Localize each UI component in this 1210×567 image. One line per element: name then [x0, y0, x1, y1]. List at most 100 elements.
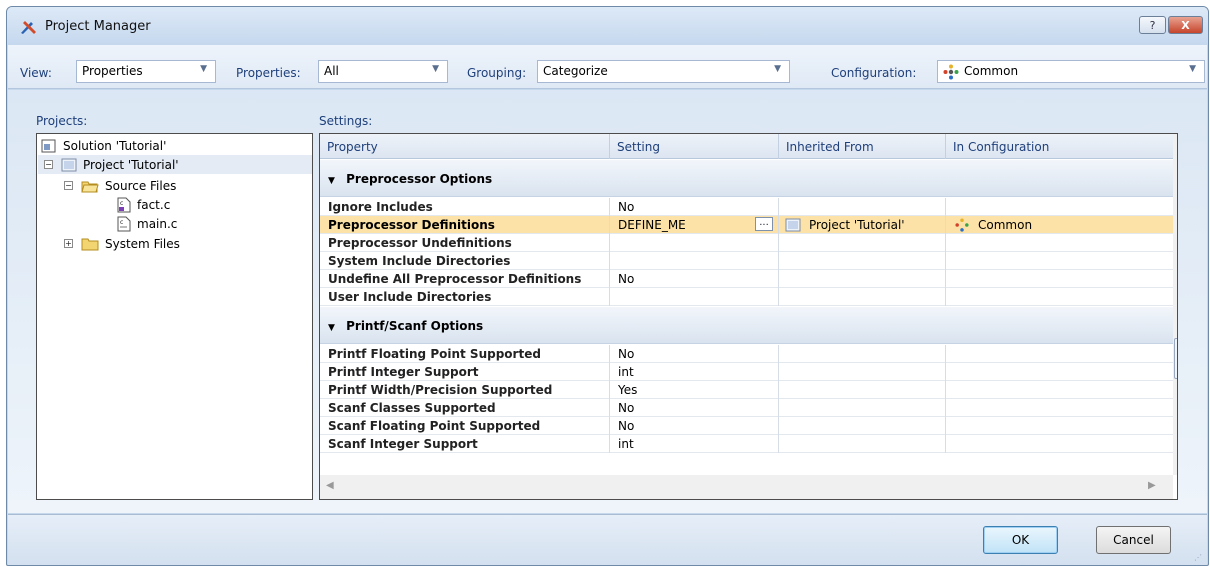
property-row[interactable]: Printf Floating Point Supported No: [320, 345, 1173, 363]
property-config: [946, 381, 1173, 399]
property-config: [946, 198, 1173, 216]
view-label: View:: [20, 66, 52, 80]
column-header-in-configuration[interactable]: In Configuration: [946, 134, 1173, 159]
tree-item-label: System Files: [105, 236, 180, 251]
property-name: Printf Integer Support: [320, 363, 610, 381]
tree-item-main-c[interactable]: c main.c: [117, 214, 177, 233]
grouping-combo-value: Categorize: [543, 64, 608, 78]
tree-item-label: Project 'Tutorial': [83, 157, 179, 172]
property-setting[interactable]: No: [610, 270, 779, 288]
property-row[interactable]: Printf Integer Support int: [320, 363, 1173, 381]
view-combo[interactable]: Properties ▼: [76, 60, 216, 83]
toolbar: View: Properties ▼ Properties: All ▼ Gro…: [8, 45, 1207, 89]
ellipsis-button[interactable]: ...: [755, 217, 773, 231]
help-button[interactable]: ?: [1139, 16, 1166, 34]
collapse-icon[interactable]: −: [64, 181, 73, 190]
property-row[interactable]: Scanf Classes Supported No: [320, 399, 1173, 417]
property-row[interactable]: User Include Directories: [320, 288, 1173, 306]
property-inherited: [779, 399, 946, 417]
property-row[interactable]: Ignore Includes No: [320, 198, 1173, 216]
properties-label: Properties:: [236, 66, 301, 80]
property-config: [946, 270, 1173, 288]
property-name: Scanf Floating Point Supported: [320, 417, 610, 435]
property-inherited: [779, 363, 946, 381]
property-setting[interactable]: [610, 288, 779, 306]
configuration-combo-value: Common: [964, 64, 1019, 78]
tree-item-solution[interactable]: Solution 'Tutorial': [41, 136, 166, 155]
c-file-icon: c: [117, 216, 131, 231]
property-setting[interactable]: No: [610, 399, 779, 417]
ok-button[interactable]: OK: [983, 526, 1058, 554]
property-name: User Include Directories: [320, 288, 610, 306]
property-setting[interactable]: Yes: [610, 381, 779, 399]
folder-icon: [81, 238, 99, 250]
settings-grid[interactable]: Property Setting Inherited From In Confi…: [319, 133, 1178, 500]
tree-item-source-files[interactable]: − Source Files: [64, 176, 176, 195]
property-setting[interactable]: No: [610, 345, 779, 363]
scroll-right-icon[interactable]: ▶: [1148, 480, 1156, 491]
properties-combo-value: All: [324, 64, 339, 78]
property-config: [946, 399, 1173, 417]
property-name: Scanf Integer Support: [320, 435, 610, 453]
view-combo-value: Properties: [82, 64, 143, 78]
scroll-up-icon[interactable]: ▲: [1173, 138, 1177, 149]
scroll-left-icon[interactable]: ◀: [326, 480, 334, 491]
property-setting[interactable]: int: [610, 363, 779, 381]
property-setting[interactable]: DEFINE_ME ...: [610, 216, 779, 234]
column-header-inherited-from[interactable]: Inherited From: [779, 134, 946, 159]
projects-label: Projects:: [36, 114, 88, 128]
column-header-setting[interactable]: Setting: [610, 134, 779, 159]
title-bar[interactable]: Project Manager ? X: [7, 7, 1208, 45]
scroll-down-icon[interactable]: ▼: [1173, 455, 1177, 466]
properties-combo[interactable]: All ▼: [318, 60, 448, 83]
collapse-triangle-icon[interactable]: ▼: [328, 323, 335, 333]
expand-icon[interactable]: +: [64, 239, 73, 248]
property-config: [946, 234, 1173, 252]
property-row[interactable]: Scanf Floating Point Supported No: [320, 417, 1173, 435]
chevron-down-icon: ▼: [1189, 64, 1196, 74]
chevron-down-icon: ▼: [774, 64, 781, 74]
configuration-label: Configuration:: [831, 66, 917, 80]
svg-text:c: c: [120, 200, 123, 207]
property-inherited: [779, 435, 946, 453]
property-name: Printf Width/Precision Supported: [320, 381, 610, 399]
collapse-triangle-icon[interactable]: ▼: [328, 176, 335, 186]
property-row-selected[interactable]: Preprocessor Definitions DEFINE_ME ... P…: [320, 216, 1173, 234]
project-icon: [785, 218, 801, 232]
project-manager-window: Project Manager ? X View: Properties ▼ P…: [6, 6, 1209, 566]
property-row[interactable]: Undefine All Preprocessor Definitions No: [320, 270, 1173, 288]
scrollbar-thumb[interactable]: [1174, 338, 1177, 379]
project-tree[interactable]: Solution 'Tutorial' − Project 'Tutorial'…: [36, 133, 313, 500]
content-area: Projects: Settings: Solution 'Tutorial' …: [8, 90, 1207, 513]
category-row-preprocessor[interactable]: ▼ Preprocessor Options: [320, 160, 1173, 197]
resize-grip-icon[interactable]: ⋰: [1194, 553, 1204, 563]
cancel-button[interactable]: Cancel: [1096, 526, 1171, 554]
property-setting[interactable]: [610, 234, 779, 252]
category-row-printf-scanf[interactable]: ▼ Printf/Scanf Options: [320, 307, 1173, 344]
property-setting[interactable]: [610, 252, 779, 270]
property-setting[interactable]: No: [610, 198, 779, 216]
property-row[interactable]: Printf Width/Precision Supported Yes: [320, 381, 1173, 399]
property-inherited: [779, 345, 946, 363]
solution-icon: [41, 139, 56, 152]
category-label: Preprocessor Options: [346, 172, 493, 186]
close-button[interactable]: X: [1168, 16, 1203, 34]
property-row[interactable]: System Include Directories: [320, 252, 1173, 270]
property-setting[interactable]: No: [610, 417, 779, 435]
svg-text:c: c: [120, 219, 123, 226]
grouping-combo[interactable]: Categorize ▼: [537, 60, 790, 83]
column-header-property[interactable]: Property: [320, 134, 610, 159]
configuration-combo[interactable]: Common ▼: [937, 60, 1205, 83]
horizontal-scrollbar[interactable]: ◀ ▶: [320, 475, 1173, 499]
chevron-down-icon: ▼: [432, 64, 439, 74]
property-row[interactable]: Scanf Integer Support int: [320, 435, 1173, 453]
vertical-scrollbar[interactable]: ▲ ▼: [1173, 134, 1177, 475]
tree-item-fact-c[interactable]: c fact.c: [117, 195, 170, 214]
collapse-icon[interactable]: −: [44, 160, 53, 169]
tree-item-project[interactable]: − Project 'Tutorial': [38, 155, 312, 174]
property-config: [946, 288, 1173, 306]
tree-item-label: fact.c: [137, 197, 171, 212]
property-setting[interactable]: int: [610, 435, 779, 453]
property-row[interactable]: Preprocessor Undefinitions: [320, 234, 1173, 252]
tree-item-system-files[interactable]: + System Files: [64, 234, 180, 253]
